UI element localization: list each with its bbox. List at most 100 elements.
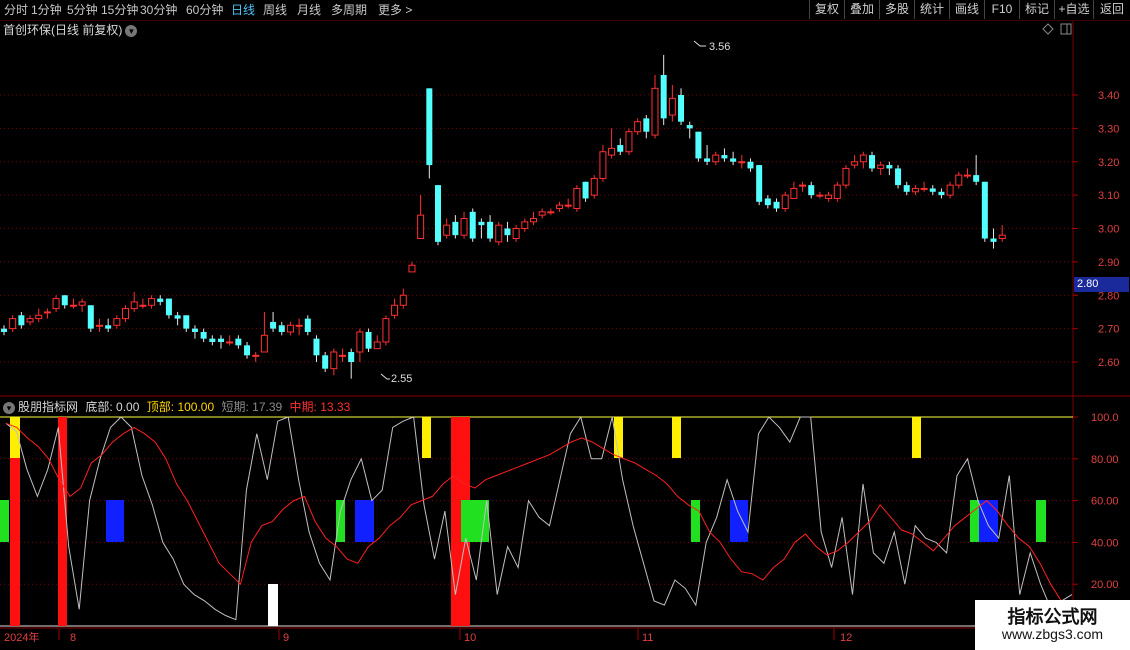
candle [738, 155, 746, 169]
candle [651, 74, 659, 139]
candle [105, 318, 112, 332]
price-axis-label: 2.60 [1098, 357, 1119, 369]
candle [26, 315, 34, 326]
candle [773, 198, 780, 212]
candle [1, 325, 7, 336]
indicator-axis-label: 40.00 [1091, 537, 1119, 549]
date-label-oct: 10 [464, 632, 476, 644]
candle [339, 348, 347, 362]
bottom-value: 0.00 [116, 400, 140, 414]
top-value: 100.00 [177, 400, 215, 414]
candle [556, 201, 564, 212]
signal-bar [10, 458, 20, 626]
candle [747, 158, 754, 172]
top-label: 顶部: [146, 400, 175, 414]
candle [911, 185, 919, 196]
signal-bar [106, 500, 124, 542]
candle [78, 298, 86, 312]
price-axis-label: 2.80 [1098, 290, 1119, 302]
candle [304, 315, 311, 336]
candle [244, 341, 251, 359]
candle [764, 195, 771, 209]
indicator-axis-label: 20.00 [1091, 579, 1119, 591]
candle [643, 115, 650, 139]
signal-bar [461, 500, 489, 542]
current-price-tag: 2.80 [1074, 277, 1129, 292]
candle [678, 88, 685, 126]
candle [330, 348, 338, 376]
candle [382, 315, 390, 346]
candle [157, 295, 164, 306]
candle [903, 181, 910, 196]
candle [538, 208, 546, 219]
pane-layout-icon[interactable] [1060, 23, 1072, 35]
candle [825, 191, 833, 202]
candle [504, 221, 511, 242]
candle [599, 145, 607, 182]
candle [52, 295, 60, 312]
indicator-menu-chevron-icon[interactable]: ▾ [3, 401, 15, 414]
mid-term-value: 13.33 [320, 400, 351, 414]
candle [625, 128, 633, 156]
candle [851, 155, 859, 169]
candle [209, 335, 216, 346]
date-label-year: 2024年 [4, 630, 39, 644]
candle [963, 168, 971, 179]
candle [113, 315, 121, 329]
candle [590, 175, 598, 199]
candle [35, 308, 43, 322]
high-marker-arrow [693, 40, 706, 47]
candle [165, 298, 172, 319]
high-price-label: 3.56 [709, 41, 730, 53]
indicator-name[interactable]: 股朋指标网 [18, 400, 78, 414]
candle [721, 148, 728, 162]
candle [443, 218, 451, 239]
candle [43, 308, 51, 319]
candle [859, 151, 867, 169]
signal-bar [979, 500, 998, 542]
candle [929, 185, 936, 196]
signal-bar [691, 500, 700, 542]
candle [183, 315, 190, 332]
candle [487, 215, 494, 242]
candle [9, 315, 17, 332]
candle [617, 138, 624, 156]
candle [435, 185, 441, 246]
candle [191, 325, 198, 339]
indicator-axis-label: 80.00 [1091, 454, 1119, 466]
candle [252, 351, 260, 362]
signal-bar [422, 417, 431, 458]
candle [512, 225, 520, 242]
signal-bar [355, 500, 374, 542]
date-label-aug: 8 [70, 632, 76, 644]
kline-chart[interactable]: 3.403.303.203.103.002.902.802.702.60 100… [0, 0, 1130, 650]
candle [790, 181, 798, 199]
candle [573, 185, 581, 212]
candle [478, 218, 485, 239]
indicator-axis-label: 100.0 [1091, 412, 1119, 424]
candle [886, 161, 893, 176]
candle [695, 131, 702, 162]
candle [18, 311, 25, 329]
candle [260, 311, 268, 353]
candle [469, 208, 476, 242]
candle [521, 218, 529, 232]
candle [564, 198, 572, 209]
candle [322, 351, 329, 373]
diamond-icon[interactable] [1042, 23, 1054, 35]
price-axis-label: 3.40 [1098, 90, 1119, 102]
price-axis-label: 3.00 [1098, 224, 1119, 236]
candle [139, 298, 147, 309]
candle [460, 211, 468, 239]
candle [200, 328, 207, 342]
candle [218, 335, 224, 349]
candle [634, 118, 642, 136]
indicator-title-bar: ▾ 股朋指标网 底部: 0.00 顶部: 100.00 短期: 17.39 中期:… [3, 398, 350, 415]
signal-bar [268, 584, 278, 626]
candle [95, 318, 103, 332]
candle [973, 155, 980, 186]
signal-bar [912, 417, 921, 458]
candle [833, 181, 841, 202]
candle [174, 311, 181, 326]
candle [816, 191, 824, 199]
